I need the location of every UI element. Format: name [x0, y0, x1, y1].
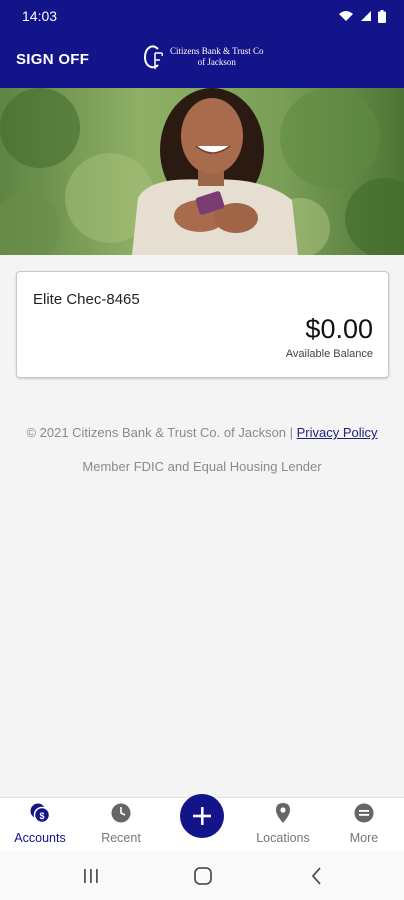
signal-icon	[361, 11, 371, 21]
location-pin-icon	[276, 803, 290, 823]
system-nav-bar	[0, 851, 404, 900]
account-name: Elite Chec-8465	[33, 291, 140, 308]
bank-name: Citizens Bank & Trust Co of Jackson	[170, 46, 264, 68]
plus-icon	[193, 807, 211, 825]
bank-name-line1: Citizens Bank & Trust Co	[170, 46, 264, 56]
bank-logo: Citizens Bank & Trust Co of Jackson	[142, 44, 264, 70]
privacy-policy-link[interactable]: Privacy Policy	[297, 425, 378, 440]
hero-photo-woman-with-phone	[0, 88, 404, 255]
copyright-line: © 2021 Citizens Bank & Trust Co. of Jack…	[0, 425, 404, 440]
status-time: 14:03	[22, 8, 58, 24]
add-button[interactable]	[180, 794, 224, 838]
nav-recent-label: Recent	[101, 831, 141, 845]
sign-off-button[interactable]: SIGN OFF	[16, 51, 89, 68]
account-balance: $0.00	[305, 314, 373, 344]
accounts-dollar-icon: $	[30, 803, 50, 823]
recents-icon[interactable]	[80, 865, 102, 887]
copyright-text: © 2021 Citizens Bank & Trust Co. of Jack…	[26, 425, 294, 440]
fdic-notice: Member FDIC and Equal Housing Lender	[82, 459, 322, 474]
home-icon[interactable]	[192, 865, 214, 887]
bank-name-line2: of Jackson	[197, 57, 236, 67]
svg-text:$: $	[39, 811, 44, 821]
nav-locations[interactable]: Locations	[243, 798, 323, 852]
nav-more[interactable]: More	[324, 798, 404, 852]
wifi-icon	[339, 11, 353, 21]
bank-logo-mark	[143, 45, 164, 69]
app-header: SIGN OFF Citizens Bank & Trust Co of Jac…	[0, 32, 404, 88]
status-bar: 14:03	[0, 0, 404, 32]
clock-icon	[111, 803, 131, 823]
back-icon[interactable]	[306, 865, 328, 887]
nav-accounts-label: Accounts	[14, 831, 66, 845]
account-card[interactable]: Elite Chec-8465 $0.00 Available Balance	[16, 271, 389, 378]
battery-icon	[378, 9, 386, 23]
hero-banner-image	[0, 88, 404, 255]
nav-accounts[interactable]: $ Accounts	[0, 798, 80, 852]
balance-label: Available Balance	[285, 348, 373, 360]
status-icons	[338, 9, 386, 23]
nav-recent[interactable]: Recent	[81, 798, 161, 852]
more-menu-icon	[354, 803, 374, 823]
nav-more-label: More	[349, 831, 379, 845]
nav-locations-label: Locations	[256, 831, 310, 845]
